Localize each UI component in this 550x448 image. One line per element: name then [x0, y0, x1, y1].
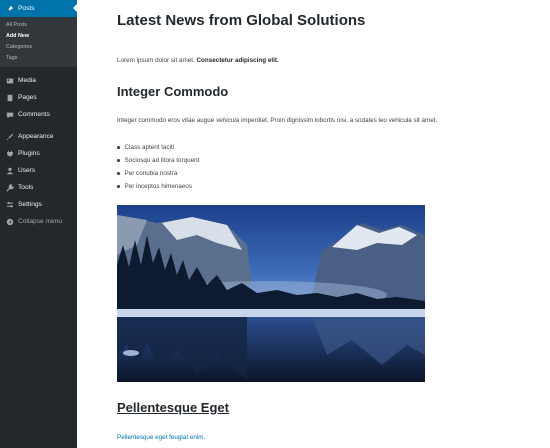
menu-users-label: Users: [18, 167, 36, 174]
body-text-b: imperdiet. Proin dignissim lobortis nisi…: [239, 117, 438, 124]
user-icon: [5, 166, 14, 175]
menu-plugins[interactable]: Plugins: [0, 145, 77, 162]
submenu-categories[interactable]: Categories: [0, 41, 77, 52]
plug-icon: [5, 149, 14, 158]
submenu-all-posts[interactable]: All Posts: [0, 19, 77, 30]
menu-comments[interactable]: Comments: [0, 106, 77, 123]
collapse-menu-button[interactable]: Collapse menu: [0, 213, 77, 230]
brush-icon: [5, 132, 14, 141]
intro-paragraph: Lorem ipsum dolor sit amet. Consectetur …: [117, 57, 279, 64]
menu-users[interactable]: Users: [0, 162, 77, 179]
comment-icon: [5, 110, 14, 119]
pages-icon: [5, 93, 14, 102]
list-item: Per conubia nostra: [117, 167, 199, 180]
wrench-icon: [5, 183, 14, 192]
menu-appearance-label: Appearance: [18, 133, 54, 140]
menu-pages-label: Pages: [18, 94, 37, 101]
menu-posts[interactable]: Posts: [0, 0, 77, 17]
heading-integer-commodo: Integer Commodo: [117, 84, 229, 99]
menu-settings[interactable]: Settings: [0, 196, 77, 213]
menu-tools-label: Tools: [18, 184, 34, 191]
pellentesque-link[interactable]: Pellentesque eget feugiat enim.: [117, 434, 205, 441]
body-paragraph: Integer commodo eros vitae augue vehicul…: [117, 117, 437, 124]
intro-text: Lorem ipsum dolor sit amet.: [117, 57, 197, 64]
heading-pellentesque-eget[interactable]: Pellentesque Eget: [117, 400, 229, 415]
admin-sidebar: Posts All Posts Add New Categories Tags …: [0, 0, 77, 448]
menu-pages[interactable]: Pages: [0, 89, 77, 106]
menu-settings-label: Settings: [18, 201, 42, 208]
media-icon: [5, 76, 14, 85]
menu-comments-label: Comments: [18, 111, 50, 118]
collapse-icon: [5, 217, 14, 226]
collapse-menu-label: Collapse menu: [18, 218, 62, 225]
pin-icon: [5, 4, 14, 13]
posts-submenu: All Posts Add New Categories Tags: [0, 17, 77, 67]
body-text-italic: vehicula: [216, 117, 240, 124]
settings-icon: [5, 200, 14, 209]
post-title: Latest News from Global Solutions: [117, 12, 366, 29]
body-text-a: Integer commodo eros vitae augue: [117, 117, 217, 124]
menu-media-label: Media: [18, 77, 36, 84]
submenu-tags[interactable]: Tags: [0, 52, 77, 63]
list-item: Per inceptos himenaeos: [117, 180, 199, 193]
list-item: Class aptent taciti: [117, 141, 199, 154]
landscape-image: [117, 205, 425, 382]
bullet-list: Class aptent taciti Sociosqu ad litora t…: [117, 141, 200, 193]
menu-appearance[interactable]: Appearance: [0, 128, 77, 145]
menu-plugins-label: Plugins: [18, 150, 40, 157]
list-item: Sociosqu ad litora torquent: [117, 154, 200, 167]
submenu-add-new[interactable]: Add New: [0, 30, 77, 41]
intro-bold-text: Consectetur adipiscing elit.: [196, 57, 279, 64]
menu-posts-label: Posts: [18, 5, 35, 12]
menu-tools[interactable]: Tools: [0, 179, 77, 196]
menu-media[interactable]: Media: [0, 72, 77, 89]
